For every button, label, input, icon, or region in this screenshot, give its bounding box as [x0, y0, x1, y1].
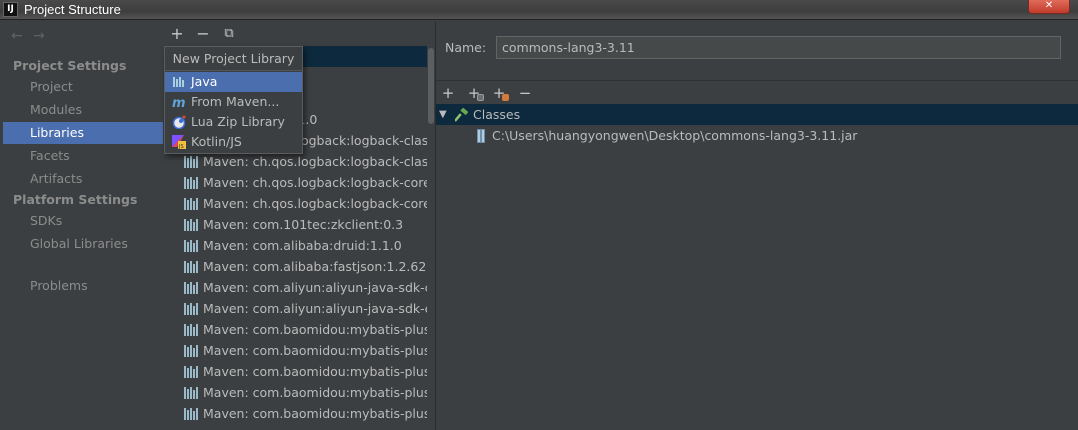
library-row[interactable]: Maven: com.baomidou:mybatis-plus-ext	[165, 382, 427, 403]
library-name: Maven: ch.qos.logback:logback-core:1.2	[203, 196, 427, 211]
nav-item-project[interactable]: Project	[3, 76, 163, 98]
intellij-app-icon: IJ	[3, 2, 18, 17]
library-icon	[184, 324, 198, 336]
library-name: Maven: com.baomidou:mybatis-plus-co	[203, 364, 427, 379]
libraries-toolbar: + − ⧉	[165, 22, 435, 46]
library-row[interactable]: Maven: com.aliyun:aliyun-java-sdk-core:	[165, 277, 427, 298]
window-title: Project Structure	[24, 2, 121, 17]
library-row[interactable]: Maven: com.alibaba:druid:1.1.0	[165, 235, 427, 256]
project-settings-header: Project Settings	[13, 58, 127, 73]
title-bar: IJ Project Structure ✕	[0, 0, 1078, 20]
back-arrow-icon[interactable]: ←	[11, 28, 33, 44]
close-window-button[interactable]: ✕	[1028, 0, 1070, 14]
library-icon	[184, 282, 198, 294]
expand-toggle-icon[interactable]: ▼	[439, 104, 447, 125]
folder-badge-icon	[477, 94, 484, 101]
library-row[interactable]: Maven: com.baomidou:mybatis-plus-an	[165, 319, 427, 340]
library-icon	[184, 198, 198, 210]
popup-item-label: From Maven...	[191, 94, 280, 109]
library-row[interactable]: Maven: ch.qos.logback:logback-classic:1	[165, 151, 427, 172]
add-root-button[interactable]: +	[438, 83, 458, 103]
library-row[interactable]: Maven: com.101tec:zkclient:0.3	[165, 214, 427, 235]
library-icon	[184, 156, 198, 168]
add-directory-button[interactable]: +	[464, 83, 484, 103]
library-row[interactable]: Maven: com.baomidou:mybatis-plus-bo	[165, 340, 427, 361]
maven-icon: m	[172, 95, 186, 111]
library-name: Maven: com.baomidou:mybatis-plus-an	[203, 322, 427, 337]
library-row[interactable]: Maven: ch.qos.logback:logback-core:1.2	[165, 193, 427, 214]
copy-library-button[interactable]: ⧉	[220, 25, 238, 43]
library-name: Maven: ch.qos.logback:logback-core:1.1	[203, 175, 427, 190]
popup-item-label: Lua Zip Library	[191, 114, 285, 129]
compiled-classes-icon	[454, 107, 469, 122]
library-row[interactable]: Maven: com.baomidou:mybatis-plus-co	[165, 361, 427, 382]
nav-item-artifacts[interactable]: Artifacts	[3, 168, 163, 190]
lua-icon	[172, 115, 186, 130]
library-icon	[184, 408, 198, 420]
library-icon	[184, 303, 198, 315]
new-project-library-popup: New Project Library Java m From Maven...…	[164, 46, 303, 154]
library-name: Maven: com.101tec:zkclient:0.3	[203, 217, 404, 232]
library-name: Maven: com.aliyun:aliyun-java-sdk-ecs:4	[203, 301, 427, 316]
classes-label: Classes	[473, 107, 521, 122]
nav-item-global-libraries[interactable]: Global Libraries	[3, 233, 163, 255]
add-other-button[interactable]: +	[489, 83, 509, 103]
nav-item-libraries[interactable]: Libraries	[3, 122, 163, 144]
library-row[interactable]: Maven: com.baomidou:mybatis-plus:3.2	[165, 403, 427, 424]
popup-title: New Project Library	[165, 47, 302, 71]
tree-node-jar[interactable]: C:\Users\huangyongwen\Desktop\commons-la…	[436, 125, 1078, 146]
popup-item-lua-zip-library[interactable]: Lua Zip Library	[165, 112, 302, 132]
popup-item-label: Kotlin/JS	[191, 134, 242, 149]
forward-arrow-icon[interactable]: →	[33, 28, 55, 44]
svg-text:m: m	[172, 96, 186, 109]
popup-item-kotlin-js[interactable]: JS Kotlin/JS	[165, 132, 302, 152]
library-name: Maven: com.alibaba:fastjson:1.2.62	[203, 259, 427, 274]
library-name: Maven: com.baomidou:mybatis-plus:3.2	[203, 406, 427, 421]
tree-node-classes[interactable]: ▼ Classes	[436, 104, 1078, 125]
library-details-panel: Name: + + + − ▼ Classes C:\Users\huangyo…	[436, 22, 1078, 430]
library-icon	[184, 261, 198, 273]
remove-library-button[interactable]: −	[194, 25, 212, 43]
library-name: Maven: ch.qos.logback:logback-classic:1	[203, 154, 427, 169]
add-library-button[interactable]: +	[168, 25, 186, 43]
library-icon	[184, 345, 198, 357]
library-icon	[184, 240, 198, 252]
nav-item-modules[interactable]: Modules	[3, 99, 163, 121]
library-icon	[184, 387, 198, 399]
library-name: Maven: com.baomidou:mybatis-plus-ext	[203, 385, 427, 400]
roots-tree: ▼ Classes C:\Users\huangyongwen\Desktop\…	[436, 104, 1078, 430]
settings-nav: ← → Project Settings Project Modules Libr…	[3, 22, 163, 430]
library-row[interactable]: Maven: ch.qos.logback:logback-core:1.1	[165, 172, 427, 193]
library-name-input[interactable]	[496, 36, 1061, 59]
scrollbar-thumb[interactable]	[428, 48, 434, 124]
library-name: Maven: com.aliyun:aliyun-java-sdk-core:	[203, 280, 427, 295]
java-library-icon	[172, 75, 186, 89]
library-name: Maven: com.alibaba:druid:1.1.0	[203, 238, 402, 253]
name-label: Name:	[445, 40, 487, 55]
library-list-scrollbar[interactable]	[427, 46, 435, 430]
nav-item-facets[interactable]: Facets	[3, 145, 163, 167]
platform-settings-header: Platform Settings	[13, 192, 138, 207]
popup-item-label: Java	[191, 74, 218, 89]
kotlin-js-icon: JS	[172, 135, 186, 150]
library-row[interactable]: Maven: com.alibaba:fastjson:1.2.62	[165, 256, 427, 277]
popup-item-java[interactable]: Java	[165, 72, 302, 92]
nav-item-sdks[interactable]: SDKs	[3, 210, 163, 232]
archive-badge-icon	[502, 94, 509, 101]
jar-path: C:\Users\huangyongwen\Desktop\commons-la…	[492, 128, 858, 143]
library-row[interactable]: Maven: com.aliyun:aliyun-java-sdk-ecs:4	[165, 298, 427, 319]
popup-item-from-maven[interactable]: m From Maven...	[165, 92, 302, 112]
nav-history: ← →	[11, 28, 55, 44]
library-icon	[184, 177, 198, 189]
library-icon	[184, 366, 198, 378]
svg-text:JS: JS	[178, 144, 184, 149]
remove-root-button[interactable]: −	[515, 83, 535, 103]
jar-file-icon	[476, 129, 486, 143]
library-icon	[184, 219, 198, 231]
nav-item-problems[interactable]: Problems	[3, 275, 163, 297]
roots-toolbar: + + + −	[436, 80, 1078, 104]
library-name: Maven: com.baomidou:mybatis-plus-bo	[203, 343, 427, 358]
